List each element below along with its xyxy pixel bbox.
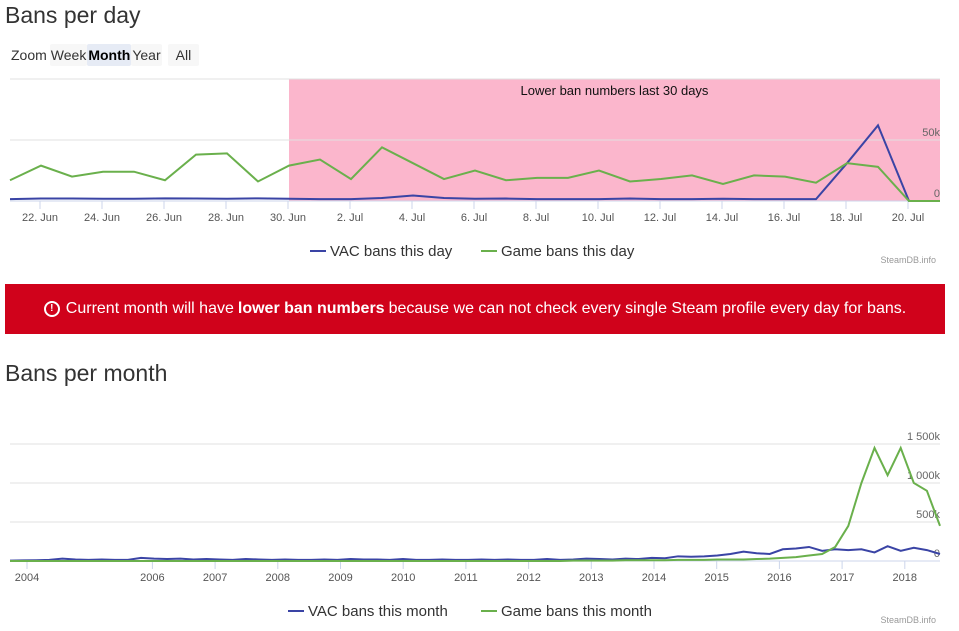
x-tick-label: 28. Jun — [208, 212, 244, 224]
x-tick-label: 10. Jul — [582, 212, 614, 224]
x-tick-label: 2008 — [266, 572, 290, 584]
x-tick-label: 2013 — [579, 572, 603, 584]
x-tick-label: 24. Jun — [84, 212, 120, 224]
zoom-year-button[interactable]: Year — [131, 44, 162, 66]
notice-bold: lower ban numbers — [237, 300, 385, 317]
x-tick-label: 20. Jul — [892, 212, 924, 224]
x-tick-label: 8. Jul — [523, 212, 549, 224]
x-tick-label: 2. Jul — [337, 212, 363, 224]
x-tick-label: 30. Jun — [270, 212, 306, 224]
zoom-controls: Zoom Week Month Year All — [10, 44, 200, 66]
x-tick-label: 6. Jul — [461, 212, 487, 224]
series-line-0 — [9, 545, 941, 562]
x-tick-label: 2009 — [328, 572, 352, 584]
legend-item: Game bans this day — [501, 243, 635, 260]
x-tick-label: 2006 — [140, 572, 164, 584]
x-tick-label: 2004 — [15, 572, 39, 584]
daily-title: Bans per day — [5, 2, 141, 28]
legend-item: Game bans this month — [501, 603, 652, 620]
bans-per-day-chart: Lower ban numbers last 30 days 0 50k 22. Ju… — [9, 78, 940, 265]
bans-per-month-chart: 0500k1 000k1 500k2004 2006 2007 2008 2009 201… — [9, 431, 941, 625]
x-tick-label: 2012 — [516, 572, 540, 584]
notice-pre: Current month will have — [65, 300, 234, 317]
x-tick-label: 16. Jul — [768, 212, 800, 224]
x-tick-label: 26. Jun — [146, 212, 182, 224]
y-tick-label: 1 500k — [907, 431, 941, 443]
credit-link: SteamDB.info — [880, 615, 936, 625]
x-tick-label: 2017 — [830, 572, 854, 584]
x-tick-label: 18. Jul — [830, 212, 862, 224]
x-tick-label: 2014 — [642, 572, 666, 584]
x-tick-label: 2010 — [391, 572, 415, 584]
band-label: Lower ban numbers last 30 days — [521, 83, 709, 98]
zoom-all-button[interactable]: All — [167, 44, 200, 66]
credit-link: SteamDB.info — [880, 255, 936, 265]
x-tick-label: 22. Jun — [22, 212, 58, 224]
notice-banner: ! Current month will have lower ban numb… — [5, 284, 945, 334]
notice-post: because we can not check every single St… — [388, 300, 907, 317]
legend-item: VAC bans this day — [330, 243, 453, 260]
alert-circle-icon: ! — [43, 301, 60, 317]
x-tick-label: 2018 — [893, 572, 917, 584]
y-tick-label: 0 — [934, 188, 940, 200]
x-tick-label: 2016 — [767, 572, 791, 584]
zoom-label: Zoom — [11, 47, 47, 63]
x-tick-label: 4. Jul — [399, 212, 425, 224]
x-tick-label: 12. Jul — [644, 212, 676, 224]
legend-item: VAC bans this month — [308, 603, 448, 620]
x-tick-label: 2015 — [704, 572, 728, 584]
zoom-month-button[interactable]: Month — [87, 44, 132, 66]
x-tick-label: 2007 — [203, 572, 227, 584]
x-tick-label: 2011 — [454, 572, 478, 584]
x-tick-label: 14. Jul — [706, 212, 738, 224]
monthly-title: Bans per month — [5, 360, 168, 386]
zoom-week-button[interactable]: Week — [49, 44, 88, 66]
series-line-1 — [10, 445, 941, 562]
y-tick-label: 50k — [922, 127, 940, 139]
